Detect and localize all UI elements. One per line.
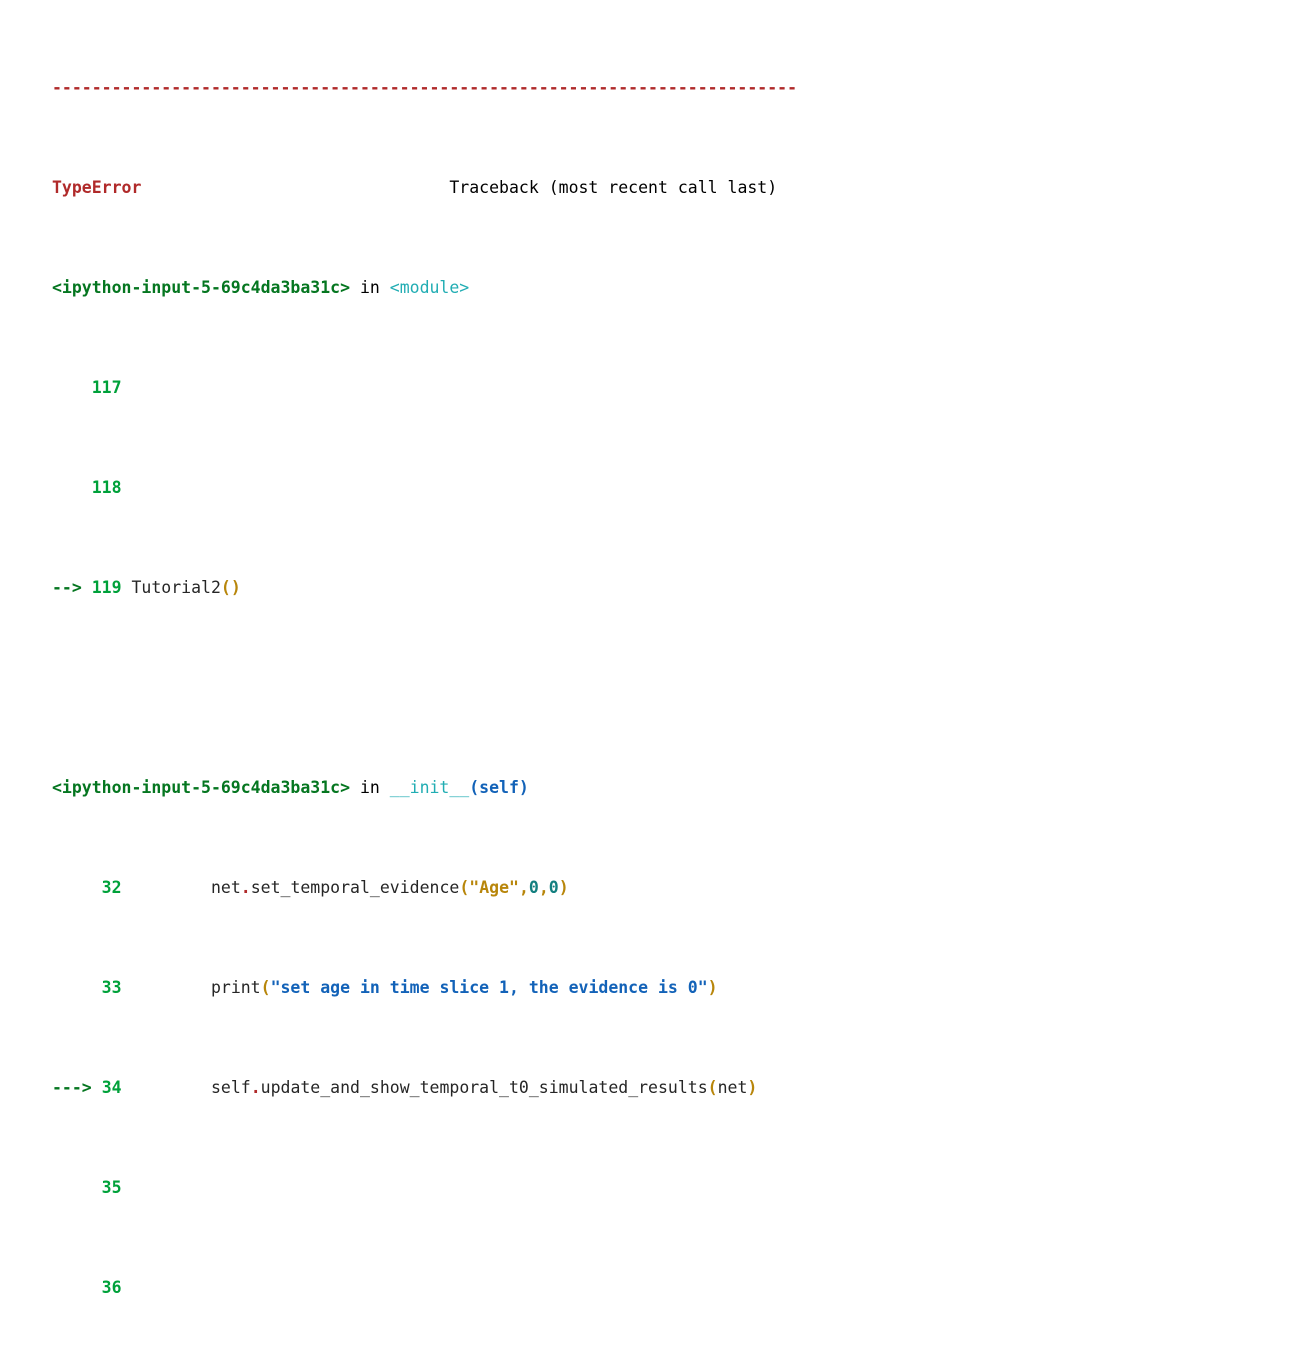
- frame-1-arrow-gap: [82, 578, 92, 597]
- frame-2-comma-32b: ,: [538, 878, 549, 897]
- frame-2-code-33a: print: [121, 978, 261, 997]
- separator-dashes: ----------------------------------------…: [52, 78, 798, 97]
- frame-2-filename: <ipython-input-5-69c4da3ba31c>: [52, 778, 351, 797]
- frame-1-arrow-119: -->: [52, 578, 82, 597]
- frame-2-arrow-34: --->: [52, 1078, 92, 1097]
- frame-2-lineno-32: 32: [101, 878, 122, 897]
- frame-1-in-keyword: [350, 278, 360, 297]
- traceback-header: TypeError Traceback (most recent call la…: [52, 175, 1095, 200]
- frame-2-gap-b: [380, 778, 390, 797]
- frame-2-arguments: (self): [469, 778, 529, 797]
- frame-1-lineno-119: 119: [91, 578, 122, 597]
- frame-2-lineno-34: 34: [101, 1078, 122, 1097]
- frame-2-lparen-32: (: [459, 878, 470, 897]
- frame-2-line-32: 32 net.set_temporal_evidence("Age",0,0): [52, 875, 1095, 900]
- frame-2-rparen-32: ): [558, 878, 569, 897]
- frame-1-parens-119: (): [220, 578, 241, 597]
- frame-2-arg-34: net: [717, 1078, 748, 1097]
- frame-2-code-32a: net: [121, 878, 241, 897]
- frame-2-line-36: 36: [52, 1275, 1095, 1300]
- header-spacer: [141, 178, 449, 197]
- frame-2-dot-32: .: [240, 878, 251, 897]
- frame-1-arrow-117: [52, 378, 92, 397]
- traceback-note: Traceback (most recent call last): [449, 178, 778, 197]
- frame-1-filename: <ipython-input-5-69c4da3ba31c>: [52, 278, 351, 297]
- frame-2-string-32: "Age": [469, 878, 519, 897]
- frame-2-lineno-33: 33: [101, 978, 122, 997]
- frame-2-gap-a: [350, 778, 360, 797]
- frame-1-lineno-117: 117: [91, 378, 122, 397]
- frame-2-code-34b: update_and_show_temporal_t0_simulated_re…: [260, 1078, 708, 1097]
- frame-1-code-119: Tutorial2: [121, 578, 221, 597]
- frame-2-rparen-34: ): [747, 1078, 758, 1097]
- traceback-separator-rule: ----------------------------------------…: [52, 75, 1095, 100]
- frame-2-arrow-36: [52, 1278, 102, 1297]
- frame-2-rparen-33: ): [707, 978, 718, 997]
- frame-2-line-33: 33 print("set age in time slice 1, the e…: [52, 975, 1095, 1000]
- frame-2-lparen-34: (: [707, 1078, 718, 1097]
- frame-2-code-34a: self: [121, 1078, 251, 1097]
- frame-2-code-32b: set_temporal_evidence: [250, 878, 460, 897]
- frame-1-line-119: --> 119 Tutorial2(): [52, 575, 1095, 600]
- frame-2-arrow-32: [52, 878, 102, 897]
- frame-2-line-35: 35: [52, 1175, 1095, 1200]
- frame-2-lineno-36: 36: [101, 1278, 122, 1297]
- frame-2-dot-34: .: [250, 1078, 261, 1097]
- frame-2-line-34: ---> 34 self.update_and_show_temporal_t0…: [52, 1075, 1095, 1100]
- frame-1-in-word: in: [359, 278, 380, 297]
- frame-2-string-33: "set age in time slice 1, the evidence i…: [270, 978, 708, 997]
- frame-1-line-117: 117: [52, 375, 1095, 400]
- frame-2-arrow-33: [52, 978, 102, 997]
- frame-2-comma-32a: ,: [518, 878, 529, 897]
- frame-2-lineno-35: 35: [101, 1178, 122, 1197]
- exception-name-header: TypeError: [52, 178, 142, 197]
- frame-1-line-118: 118: [52, 475, 1095, 500]
- frame-2-arrow-gap-34: [92, 1078, 102, 1097]
- frame-1-location: <ipython-input-5-69c4da3ba31c> in <modul…: [52, 275, 1095, 300]
- frame-2-num-32a: 0: [528, 878, 539, 897]
- frame-2-arrow-35: [52, 1178, 102, 1197]
- frame-1-lineno-118: 118: [91, 478, 122, 497]
- ipython-traceback-output: ----------------------------------------…: [52, 0, 1095, 1352]
- frame-1-gap: [380, 278, 390, 297]
- frame-2-in-word: in: [359, 778, 380, 797]
- frame-1-function: <module>: [389, 278, 470, 297]
- frame-2-lparen-33: (: [260, 978, 271, 997]
- frame-2-location: <ipython-input-5-69c4da3ba31c> in __init…: [52, 775, 1095, 800]
- frame-1-arrow-118: [52, 478, 92, 497]
- frame-2-function: __init__: [389, 778, 470, 797]
- frame-2-num-32b: 0: [548, 878, 559, 897]
